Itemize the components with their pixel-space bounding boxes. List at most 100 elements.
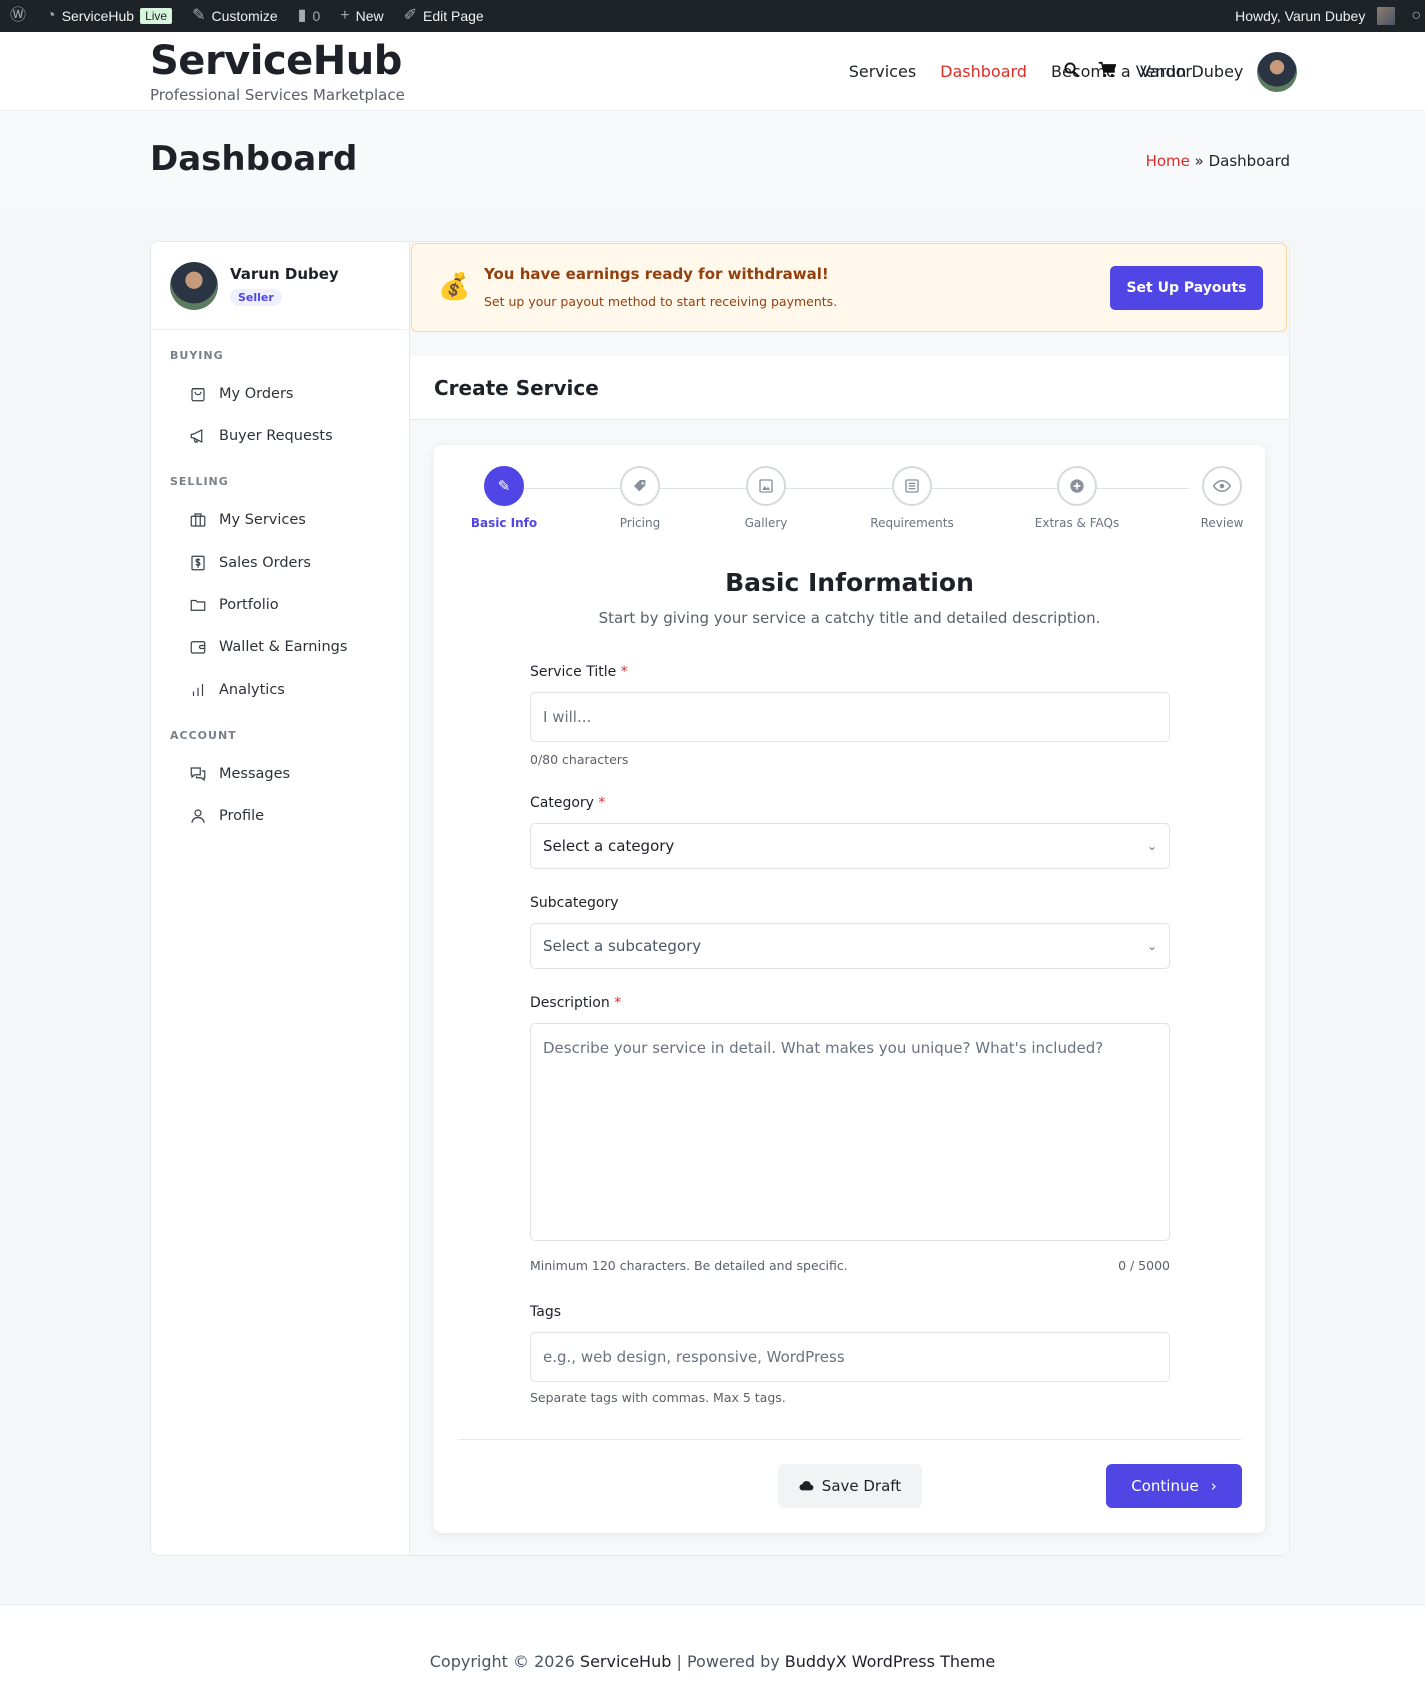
breadcrumb-home[interactable]: Home: [1146, 152, 1190, 170]
subcategory-select[interactable]: Select a subcategory ⌄: [530, 923, 1170, 969]
site-tagline: Professional Services Marketplace: [150, 86, 405, 104]
wordpress-logo-button[interactable]: Ⓦ: [0, 0, 36, 32]
description-textarea[interactable]: Describe your service in detail. What ma…: [530, 1023, 1170, 1241]
sidebar-item-label: My Orders: [219, 386, 294, 402]
admin-site-link[interactable]: ◔ ServiceHub Live: [36, 0, 182, 32]
continue-label: Continue: [1131, 1477, 1199, 1495]
category-select[interactable]: Select a category ⌄: [530, 823, 1170, 869]
image-icon: [746, 466, 786, 506]
money-bag-icon: 💰: [438, 272, 471, 302]
chevron-down-icon: ⌄: [1146, 839, 1157, 853]
description-counter: 0 / 5000: [1118, 1258, 1170, 1273]
step-label: Extras & FAQs: [1034, 516, 1120, 530]
new-label: New: [355, 8, 384, 24]
label-text: Description: [530, 995, 610, 1011]
sidebar-item-label: Analytics: [219, 682, 285, 698]
nav-services[interactable]: Services: [849, 62, 916, 81]
set-up-payouts-button[interactable]: Set Up Payouts: [1110, 266, 1263, 310]
sidebar-item-label: Messages: [219, 766, 291, 782]
footer-theme-link[interactable]: BuddyX WordPress Theme: [785, 1652, 995, 1671]
step-label: Review: [1200, 516, 1244, 530]
create-service-card: ✎ Basic Info Pricing Gallery Requirement…: [434, 445, 1265, 1533]
category-label: Category *: [530, 795, 605, 811]
sidebar-item-label: Sales Orders: [219, 555, 311, 571]
sidebar-item-analytics[interactable]: Analytics: [189, 678, 285, 702]
tags-label: Tags: [530, 1304, 561, 1320]
sidebar-item-portfolio[interactable]: Portfolio: [189, 593, 279, 617]
continue-button[interactable]: Continue ›: [1106, 1464, 1242, 1508]
step-label: Basic Info: [470, 516, 538, 530]
sidebar-item-label: Wallet & Earnings: [219, 639, 348, 655]
admin-site-name: ServiceHub: [61, 8, 135, 24]
input-placeholder: e.g., web design, responsive, WordPress: [543, 1348, 845, 1366]
sidebar-item-profile[interactable]: Profile: [189, 804, 264, 828]
label-text: Tags: [530, 1304, 561, 1320]
receipt-dollar-icon: [191, 555, 205, 571]
footer-separator: |: [676, 1652, 682, 1671]
step-label: Gallery: [744, 516, 788, 530]
required-mark: *: [598, 795, 606, 811]
description-help: Minimum 120 characters. Be detailed and …: [530, 1258, 848, 1273]
plus-icon: +: [340, 7, 350, 24]
sidebar-item-messages[interactable]: Messages: [189, 762, 290, 786]
sidebar-user-name: Varun Dubey: [230, 265, 339, 283]
dashboard-content: 💰 You have earnings ready for withdrawal…: [410, 242, 1289, 1555]
account-menu[interactable]: Howdy, Varun Dubey: [1225, 0, 1405, 32]
step-gallery[interactable]: Gallery: [696, 466, 836, 530]
customize-link[interactable]: ✎ Customize: [182, 0, 288, 32]
cart-icon[interactable]: [1098, 61, 1117, 83]
wordpress-icon: Ⓦ: [10, 7, 27, 24]
sidebar-item-label: Buyer Requests: [219, 428, 333, 444]
tags-help: Separate tags with commas. Max 5 tags.: [530, 1390, 786, 1405]
admin-search-button[interactable]: ○: [1405, 0, 1425, 32]
header-avatar: [1257, 51, 1298, 92]
bar-chart-icon: [192, 684, 204, 696]
main-nav: Services Dashboard Become a Vendor: [825, 32, 1192, 111]
service-title-counter: 0/80 characters: [530, 752, 629, 767]
label-text: Category: [530, 795, 594, 811]
save-draft-button[interactable]: Save Draft: [778, 1464, 922, 1508]
required-mark: *: [620, 664, 628, 680]
sidebar-item-my-orders[interactable]: My Orders: [189, 382, 293, 406]
subcategory-label: Subcategory: [530, 895, 619, 911]
label-text: Subcategory: [530, 895, 619, 911]
footer-copyright: Copyright © 2026 ServiceHub | Powered by…: [0, 1652, 1425, 1671]
edit-page-link[interactable]: ✐ Edit Page: [394, 0, 494, 32]
admin-avatar: [1377, 7, 1396, 25]
form-divider: [458, 1439, 1241, 1440]
step-pricing[interactable]: Pricing: [570, 466, 710, 530]
step-basic-info[interactable]: ✎ Basic Info: [434, 466, 574, 530]
section-subtitle: Start by giving your service a catchy ti…: [598, 609, 1101, 627]
chevron-right-icon: ›: [1210, 1477, 1217, 1495]
section-buying: BUYING: [170, 349, 224, 362]
create-service-header: Create Service: [410, 356, 1289, 420]
breadcrumb-separator: »: [1194, 152, 1204, 170]
comments-link[interactable]: ▮ 0: [288, 0, 331, 32]
service-title-input[interactable]: I will...: [530, 692, 1170, 742]
sidebar-item-sales-orders[interactable]: Sales Orders: [189, 551, 311, 575]
sidebar-item-wallet[interactable]: Wallet & Earnings: [189, 635, 347, 659]
sidebar-item-buyer-requests[interactable]: Buyer Requests: [189, 424, 333, 448]
tags-input[interactable]: e.g., web design, responsive, WordPress: [530, 1332, 1170, 1382]
dashboard-sidebar: Varun Dubey Seller BUYING My Orders Buye…: [151, 242, 410, 1555]
step-review[interactable]: Review: [1152, 466, 1292, 530]
sidebar-item-label: Profile: [219, 808, 265, 824]
footer-site-link[interactable]: ServiceHub: [580, 1652, 671, 1671]
user-icon: [191, 809, 205, 823]
sidebar-item-my-services[interactable]: My Services: [189, 508, 306, 532]
new-content-link[interactable]: + New: [330, 0, 393, 32]
user-menu[interactable]: Varun Dubey: [1140, 32, 1298, 111]
megaphone-icon: [190, 429, 203, 443]
required-mark: *: [614, 995, 622, 1011]
howdy-text: Howdy, Varun Dubey: [1235, 8, 1366, 24]
site-title[interactable]: ServiceHub: [150, 38, 402, 84]
step-extras-faqs[interactable]: Extras & FAQs: [1007, 466, 1147, 530]
save-draft-label: Save Draft: [821, 1477, 902, 1495]
tag-icon: [620, 466, 660, 506]
search-icon[interactable]: [1063, 61, 1080, 83]
sidebar-profile: Varun Dubey Seller: [151, 242, 409, 330]
nav-dashboard[interactable]: Dashboard: [940, 62, 1027, 81]
create-service-title: Create Service: [434, 376, 599, 400]
pencil-icon: ✐: [403, 7, 417, 24]
step-requirements[interactable]: Requirements: [842, 466, 982, 530]
